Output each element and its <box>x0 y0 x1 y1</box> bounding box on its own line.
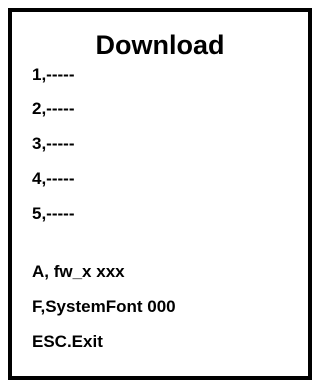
option-exit[interactable]: ESC.Exit <box>32 332 103 352</box>
slot-5[interactable]: 5,----- <box>32 204 74 224</box>
option-system-font[interactable]: F,SystemFont 000 <box>32 297 176 317</box>
slot-4[interactable]: 4,----- <box>32 169 74 189</box>
slot-2[interactable]: 2,----- <box>32 99 74 119</box>
download-screen: Download 1,----- 2,----- 3,----- 4,-----… <box>8 8 312 380</box>
slot-1[interactable]: 1,----- <box>32 65 74 85</box>
slot-3[interactable]: 3,----- <box>32 134 74 154</box>
screen-title: Download <box>95 30 225 60</box>
option-firmware[interactable]: A, fw_x xxx <box>32 262 125 282</box>
